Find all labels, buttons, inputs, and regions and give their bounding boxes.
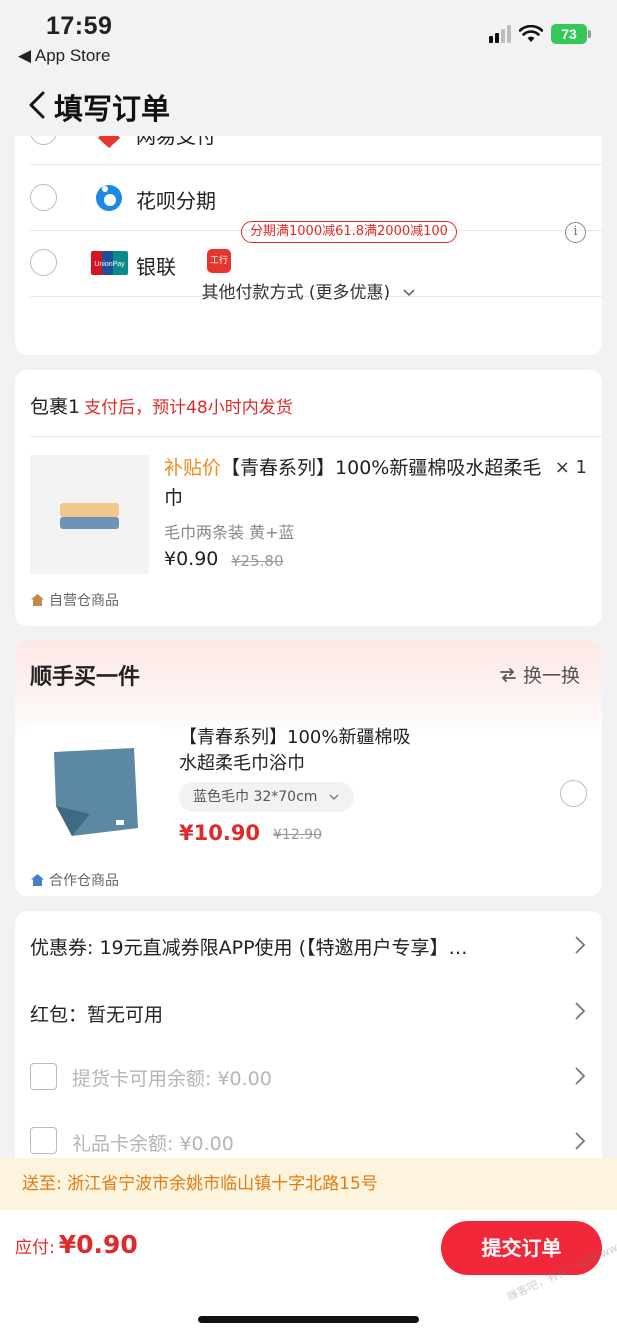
upsell-product-image[interactable]	[30, 724, 160, 854]
home-indicator[interactable]	[198, 1316, 419, 1323]
payment-radio-huabei[interactable]	[30, 184, 57, 211]
product-qty: × 1	[554, 457, 587, 478]
checkout-bar: 应付: ¥0.90 提交订单 赚客吧，有奖一起赚 www.zuanke8.com	[0, 1205, 617, 1334]
swap-label: 换一换	[522, 665, 580, 687]
pickup-card-row[interactable]: 提货卡可用余额: ¥0.00	[72, 1064, 272, 1091]
more-payment-methods[interactable]: 其他付款方式 (更多优惠)	[15, 278, 602, 303]
upsell-warehouse-text: 合作仓商品	[49, 873, 119, 889]
upsell-original-price: ¥12.90	[273, 827, 322, 843]
unionpay-promo-tag: 分期满1000减61.8满2000减100	[241, 221, 457, 243]
package-header: 包裹1 支付后，预计48小时内发货	[30, 392, 293, 419]
huabei-icon	[96, 185, 122, 211]
battery-level: 73	[551, 24, 587, 44]
coupon-row[interactable]: 优惠券: 19元直减券限APP使用 (【特邀用户专享】…	[30, 933, 550, 960]
status-bar: 17:59 ◀ App Store 73	[0, 0, 617, 76]
product-image[interactable]	[30, 455, 149, 574]
chevron-down-icon	[402, 289, 415, 297]
discounts-card: 优惠券: 19元直减券限APP使用 (【特邀用户专享】… 红包：暂无可用 提货卡…	[15, 911, 602, 1158]
package-card: 包裹1 支付后，预计48小时内发货 补贴价【青春系列】100%新疆棉吸水超柔毛巾 …	[15, 370, 602, 626]
warehouse-text: 自营仓商品	[49, 593, 119, 609]
payable-amount: 应付: ¥0.90	[15, 1230, 138, 1259]
status-time: 17:59	[46, 12, 113, 40]
gift-card-row[interactable]: 礼品卡余额: ¥0.00	[72, 1129, 234, 1156]
more-payment-label: 其他付款方式 (更多优惠)	[201, 283, 391, 303]
swap-icon	[500, 667, 516, 682]
package-label: 包裹1	[30, 396, 81, 418]
red-packet-row[interactable]: 红包：暂无可用	[30, 1000, 163, 1027]
status-icons: 73	[489, 24, 591, 44]
house-icon	[31, 594, 44, 606]
chevron-right-icon[interactable]	[574, 1066, 586, 1086]
upsell-card: 顺手买一件 换一换 【青春系列】100%新疆棉吸 水超柔毛巾浴巾 蓝色毛巾 32…	[15, 641, 602, 896]
gift-card-checkbox[interactable]	[30, 1127, 57, 1154]
ship-note: 支付后，预计48小时内发货	[84, 398, 293, 418]
back-to-app-store[interactable]: ◀ App Store	[18, 46, 110, 66]
nav-bar: 填写订单	[0, 76, 617, 136]
product-price: ¥0.90	[164, 548, 219, 570]
upsell-title-line1: 【青春系列】100%新疆棉吸	[179, 727, 411, 748]
payable-label: 应付:	[15, 1238, 55, 1258]
swap-button[interactable]: 换一换	[499, 661, 580, 688]
upsell-warehouse-label: 合作仓商品	[30, 870, 119, 890]
upsell-price: ¥10.90	[179, 821, 261, 845]
battery-icon: 73	[551, 24, 591, 44]
payment-methods-card: 网易支付 花呗分期 UnionPay 银联 工行 分期满1000减61.8满20…	[15, 100, 602, 355]
cellular-signal-icon	[489, 25, 511, 43]
payment-label-huabei: 花呗分期	[136, 189, 216, 213]
info-icon[interactable]: i	[565, 222, 586, 243]
product-title[interactable]: 补贴价【青春系列】100%新疆棉吸水超柔毛巾	[164, 453, 544, 513]
payment-label-unionpay: 银联	[136, 255, 176, 279]
svg-text:UnionPay: UnionPay	[94, 261, 125, 268]
wifi-icon	[519, 25, 543, 42]
product-original-price: ¥25.80	[231, 552, 284, 570]
chevron-down-icon	[329, 794, 339, 800]
product-spec[interactable]: 毛巾两条装 黄+蓝	[164, 519, 295, 543]
chevron-right-icon[interactable]	[574, 1001, 586, 1021]
product-title-text: 【青春系列】100%新疆棉吸水超柔毛巾	[164, 457, 542, 509]
warehouse-label: 自营仓商品	[30, 590, 119, 610]
upsell-product-title[interactable]: 【青春系列】100%新疆棉吸 水超柔毛巾浴巾	[179, 725, 410, 777]
page-title: 填写订单	[54, 92, 171, 126]
upsell-spec-select[interactable]: 蓝色毛巾 32*70cm	[179, 782, 354, 812]
pickup-card-checkbox[interactable]	[30, 1063, 57, 1090]
upsell-title: 顺手买一件	[30, 665, 141, 690]
chevron-right-icon[interactable]	[574, 935, 586, 955]
bank-badge: 工行	[207, 249, 231, 273]
delivery-address[interactable]: 送至: 浙江省宁波市余姚市临山镇十字北路15号	[0, 1158, 617, 1210]
upsell-select-radio[interactable]	[560, 780, 587, 807]
upsell-title-line2: 水超柔毛巾浴巾	[179, 753, 305, 774]
subsidy-tag: 补贴价	[164, 457, 222, 479]
house-icon	[31, 874, 44, 886]
unionpay-icon: UnionPay	[91, 251, 128, 275]
back-arrow-icon[interactable]	[26, 90, 48, 120]
chevron-right-icon[interactable]	[574, 1131, 586, 1151]
payment-radio-unionpay[interactable]	[30, 249, 57, 276]
payable-value: ¥0.90	[58, 1230, 138, 1259]
upsell-spec-text: 蓝色毛巾 32*70cm	[193, 789, 318, 805]
